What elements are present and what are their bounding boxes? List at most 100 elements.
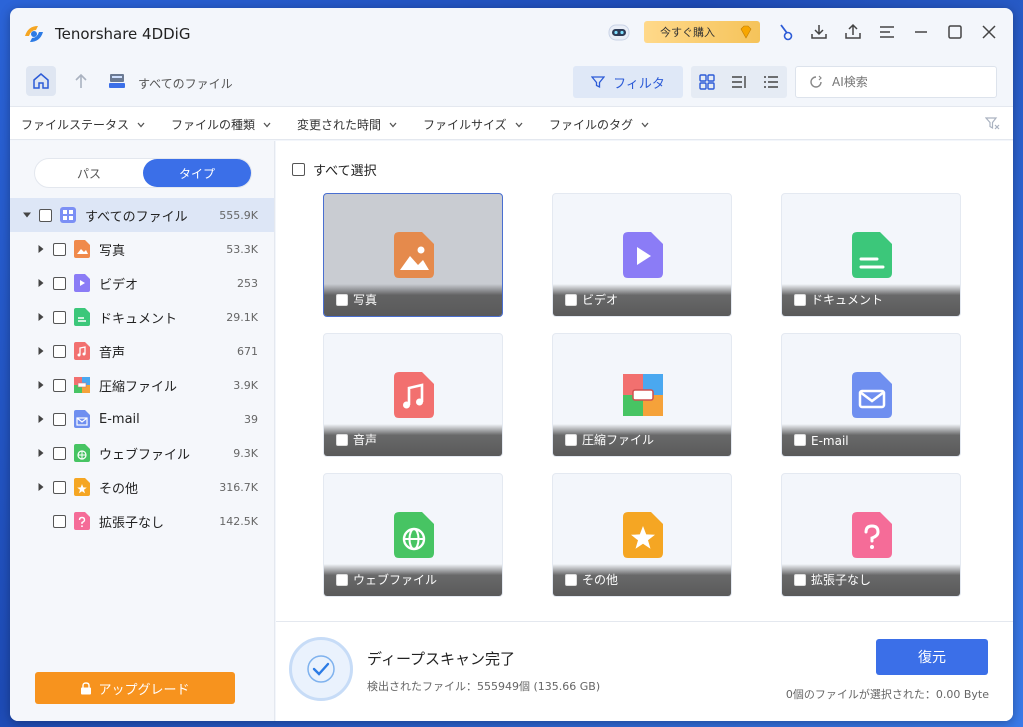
upgrade-label: アップグレード [98,682,190,698]
checkbox[interactable] [53,378,66,392]
filter-file-status[interactable]: ファイルステータス [21,116,145,133]
checkbox[interactable] [53,276,66,290]
tree-item-other[interactable]: その他 316.7K [10,470,274,504]
tile-checkbox[interactable] [565,434,577,446]
upgrade-button[interactable]: アップグレード [35,672,235,704]
checkbox[interactable] [53,310,66,324]
tile-label: 圧縮ファイル [582,433,655,447]
tree-item-archive[interactable]: 圧縮ファイル 3.9K [10,368,274,402]
tile-checkbox[interactable] [336,294,348,306]
checkbox[interactable] [53,480,66,494]
tab-type[interactable]: タイプ [143,159,251,187]
tile-checkbox[interactable] [565,294,577,306]
main-panel: すべて選択 写真 ビデオ ドキュメント 音声 圧縮ファイル E-mail ウェブ… [276,141,1013,621]
caret-right-icon[interactable] [37,279,45,287]
detail-view-icon[interactable] [730,73,748,91]
up-arrow-icon[interactable] [72,72,90,90]
tile-checkbox[interactable] [336,434,348,446]
tile-label: 写真 [353,293,378,307]
select-all-checkbox[interactable]: すべて選択 [292,160,377,179]
filter-button[interactable]: フィルタ [573,66,683,98]
tile-email[interactable]: E-mail [781,333,961,457]
caret-right-icon[interactable] [37,381,45,389]
chevron-down-icon [515,122,523,127]
ai-search-icon [810,75,822,88]
tile-checkbox[interactable] [794,434,806,446]
recover-button[interactable]: 復元 [876,639,988,675]
video-icon [623,232,663,278]
chevron-down-icon [389,122,397,127]
caret-right-icon[interactable] [37,483,45,491]
download-icon[interactable] [808,21,830,43]
checkbox[interactable] [53,242,66,256]
close-icon[interactable] [978,21,1000,43]
list-view-icon[interactable] [762,73,780,91]
grid-view-icon[interactable] [698,73,716,91]
caret-down-icon[interactable] [23,211,31,219]
tree-item-email[interactable]: E-mail 39 [10,402,274,436]
checkbox[interactable] [53,514,66,528]
maximize-icon[interactable] [944,21,966,43]
view-mode-group [691,66,787,98]
tile-web[interactable]: ウェブファイル [323,473,503,597]
tile-label: ドキュメント [811,293,884,307]
clear-filter-icon[interactable] [985,116,1001,132]
other-icon [74,478,90,496]
filter-file-tag[interactable]: ファイルのタグ [549,116,649,133]
caret-right-icon[interactable] [37,313,45,321]
tile-archive[interactable]: 圧縮ファイル [552,333,732,457]
feedback-icon[interactable] [774,21,796,43]
tile-checkbox[interactable] [336,574,348,586]
other-icon [623,512,663,558]
tile-photo[interactable]: 写真 [323,193,503,317]
no-extension-icon [852,512,892,558]
caret-right-icon[interactable] [37,415,45,423]
tile-checkbox[interactable] [794,574,806,586]
search-input[interactable] [832,75,982,89]
tile-no-extension[interactable]: 拡張子なし [781,473,961,597]
email-icon [852,372,892,418]
menu-icon[interactable] [876,21,898,43]
web-icon [74,444,90,462]
tile-document[interactable]: ドキュメント [781,193,961,317]
checkbox[interactable] [292,163,305,176]
tile-audio[interactable]: 音声 [323,333,503,457]
tree-item-photo[interactable]: 写真 53.3K [10,232,274,266]
no-extension-icon [74,512,90,530]
checkbox[interactable] [53,446,66,460]
tile-checkbox[interactable] [794,294,806,306]
tile-checkbox[interactable] [565,574,577,586]
tab-path[interactable]: パス [35,159,143,187]
app-logo-icon [25,26,43,42]
tile-video[interactable]: ビデオ [552,193,732,317]
checkbox[interactable] [53,412,66,426]
tile-label: 拡張子なし [811,573,872,587]
checkbox[interactable] [39,208,52,222]
tree-item-document[interactable]: ドキュメント 29.1K [10,300,274,334]
lock-icon [81,681,92,694]
home-button[interactable] [26,66,56,96]
robot-assistant-icon[interactable] [606,21,632,43]
caret-right-icon[interactable] [37,245,45,253]
home-icon [33,73,49,89]
caret-right-icon[interactable] [37,449,45,457]
tree-item-all-files[interactable]: すべてのファイル 555.9K [10,198,274,232]
caret-right-icon[interactable] [37,347,45,355]
filter-file-type[interactable]: ファイルの種類 [171,116,271,133]
tree-item-no-extension[interactable]: 拡張子なし 142.5K [10,504,274,538]
buy-now-button[interactable]: 今すぐ購入 [644,21,760,43]
breadcrumb[interactable]: すべてのファイル [138,75,233,92]
tile-other[interactable]: その他 [552,473,732,597]
checkbox[interactable] [53,344,66,358]
tree-item-web[interactable]: ウェブファイル 9.3K [10,436,274,470]
tree-item-audio[interactable]: 音声 671 [10,334,274,368]
filter-file-size[interactable]: ファイルサイズ [423,116,523,133]
buy-now-label: 今すぐ購入 [660,26,715,39]
minimize-icon[interactable] [910,21,932,43]
tree-item-video[interactable]: ビデオ 253 [10,266,274,300]
photo-icon [394,232,434,278]
filter-modified-time[interactable]: 変更された時間 [297,116,397,133]
share-icon[interactable] [842,21,864,43]
tree-count: 555.9K [219,208,258,222]
select-all-label: すべて選択 [313,164,377,179]
